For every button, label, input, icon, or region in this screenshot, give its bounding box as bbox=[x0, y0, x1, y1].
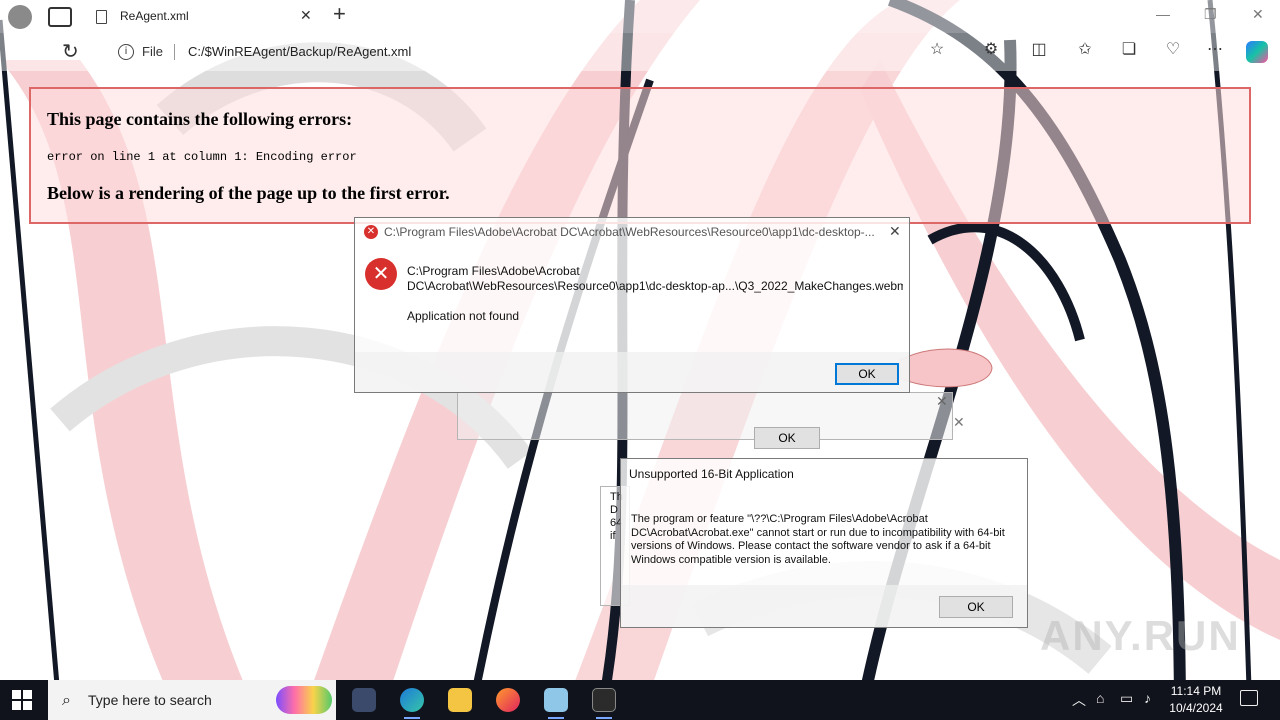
tab-title: ReAgent.xml bbox=[120, 9, 189, 23]
application-not-found-dialog: ✕ C:\Program Files\Adobe\Acrobat DC\Acro… bbox=[354, 217, 910, 393]
xml-error-box: This page contains the following errors:… bbox=[29, 87, 1251, 224]
dialog-path-line: C:\Program Files\Adobe\Acrobat bbox=[407, 264, 580, 278]
favorites-icon[interactable]: ✩ bbox=[1076, 41, 1094, 59]
xml-error-rendering-note: Below is a rendering of the page up to t… bbox=[47, 183, 450, 203]
search-placeholder: Type here to search bbox=[88, 692, 212, 708]
search-icon: ⌕ bbox=[62, 690, 71, 709]
browser-tabstrip: ReAgent.xml ✕ + — ❐ ✕ bbox=[0, 0, 1280, 33]
performance-icon[interactable]: ♡ bbox=[1164, 41, 1182, 59]
tab-actions-icon[interactable] bbox=[48, 7, 72, 27]
file-explorer-icon[interactable] bbox=[436, 680, 484, 720]
dialog-message: Application not found bbox=[407, 309, 520, 323]
address-bar[interactable]: i File C:/$WinREAgent/Backup/ReAgent.xml bbox=[108, 37, 1008, 67]
ok-button[interactable]: OK bbox=[754, 427, 820, 449]
star-icon[interactable]: ☆ bbox=[928, 41, 946, 59]
tab-reagent[interactable]: ReAgent.xml ✕ bbox=[84, 1, 330, 33]
browser-toolbar: ↻ i File C:/$WinREAgent/Backup/ReAgent.x… bbox=[0, 33, 1280, 71]
address-url[interactable]: C:/$WinREAgent/Backup/ReAgent.xml bbox=[188, 44, 411, 59]
clock-time: 11:14 PM bbox=[1170, 684, 1222, 698]
tray-chevron-icon[interactable]: ︿ bbox=[1072, 690, 1086, 710]
dialog-path-line: DC\Acrobat\WebResources\Resource0\app1\d… bbox=[407, 279, 903, 293]
stacked-dialog-text: D bbox=[610, 504, 618, 516]
network-icon[interactable]: ⌂ bbox=[1096, 690, 1104, 706]
terminal-icon[interactable] bbox=[580, 680, 628, 720]
windows-start-icon[interactable] bbox=[12, 690, 32, 710]
dialog-message: The program or feature "\??\C:\Program F… bbox=[631, 513, 1005, 566]
dialog-footer bbox=[355, 352, 909, 392]
ok-button[interactable]: OK bbox=[939, 596, 1013, 618]
close-icon[interactable]: ✕ bbox=[953, 414, 965, 431]
close-window-button[interactable]: ✕ bbox=[1252, 6, 1264, 23]
stacked-dialog-text: if bbox=[610, 530, 616, 542]
restore-button[interactable]: ❐ bbox=[1204, 6, 1217, 23]
extensions-icon[interactable]: ⚙ bbox=[982, 41, 1000, 59]
dialog-title: Unsupported 16-Bit Application bbox=[629, 467, 794, 481]
taskbar-search-input[interactable]: ⌕ Type here to search bbox=[48, 680, 336, 720]
collections-icon[interactable]: ❏ bbox=[1120, 41, 1138, 59]
minimize-button[interactable]: — bbox=[1156, 6, 1170, 22]
volume-icon[interactable]: ♪ bbox=[1144, 690, 1151, 706]
notepad-icon[interactable] bbox=[532, 680, 580, 720]
more-icon[interactable]: ⋯ bbox=[1206, 41, 1224, 59]
copilot-icon[interactable] bbox=[1246, 41, 1268, 63]
unsupported-16bit-dialog: Unsupported 16-Bit Application The progr… bbox=[620, 458, 1028, 628]
background-dialog: ✕ ✕ OK bbox=[457, 392, 965, 449]
display-icon[interactable]: ▭ bbox=[1120, 690, 1133, 707]
task-view-icon[interactable] bbox=[340, 680, 388, 720]
info-icon[interactable]: i bbox=[118, 44, 134, 60]
address-separator bbox=[174, 44, 175, 60]
firefox-icon[interactable] bbox=[484, 680, 532, 720]
new-tab-button[interactable]: + bbox=[333, 1, 346, 27]
close-icon[interactable]: ✕ bbox=[936, 393, 948, 410]
close-icon[interactable]: ✕ bbox=[889, 223, 901, 240]
xml-error-heading: This page contains the following errors: bbox=[47, 109, 353, 129]
document-icon bbox=[96, 10, 107, 24]
search-highlight-icon bbox=[276, 686, 332, 714]
error-icon: ✕ bbox=[364, 225, 378, 239]
dialog-title: C:\Program Files\Adobe\Acrobat DC\Acroba… bbox=[384, 225, 875, 239]
address-scheme-label: File bbox=[142, 44, 163, 59]
clock-date: 10/4/2024 bbox=[1169, 701, 1223, 715]
anyrun-watermark: ANY.RUN bbox=[1040, 612, 1241, 659]
notification-icon[interactable] bbox=[1240, 690, 1258, 706]
profile-avatar[interactable] bbox=[8, 5, 32, 29]
ok-button[interactable]: OK bbox=[835, 363, 899, 385]
split-screen-icon[interactable]: ◫ bbox=[1030, 41, 1048, 59]
refresh-button[interactable]: ↻ bbox=[62, 39, 79, 64]
xml-error-detail: error on line 1 at column 1: Encoding er… bbox=[47, 150, 357, 164]
edge-icon[interactable] bbox=[388, 680, 436, 720]
dialog-titlebar[interactable]: ✕ C:\Program Files\Adobe\Acrobat DC\Acro… bbox=[355, 218, 909, 246]
taskbar: ⌕ Type here to search ︿ ⌂ ▭ ♪ 11:14 PM 1… bbox=[0, 680, 1280, 720]
error-icon: ✕ bbox=[365, 258, 397, 290]
taskbar-clock[interactable]: 11:14 PM 10/4/2024 bbox=[1166, 683, 1226, 717]
tab-close-icon[interactable]: ✕ bbox=[300, 7, 312, 24]
